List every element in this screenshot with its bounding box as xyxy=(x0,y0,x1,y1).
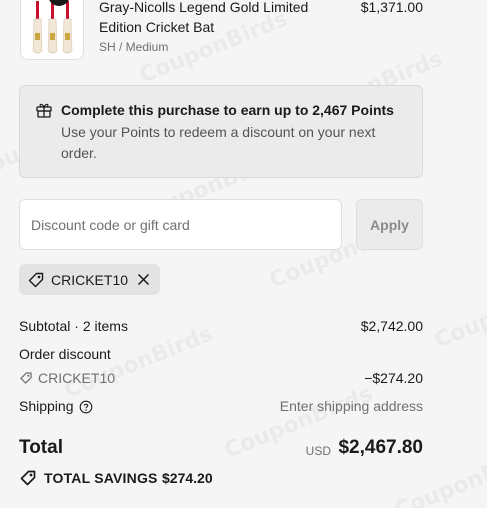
currency-code: USD xyxy=(305,444,331,458)
product-thumbnail xyxy=(20,0,84,60)
shipping-label: Shipping xyxy=(19,398,74,414)
gift-icon xyxy=(36,103,52,118)
shipping-value: Enter shipping address xyxy=(279,398,423,414)
cricket-bat-image xyxy=(32,1,73,54)
total-savings-value: $274.20 xyxy=(162,470,213,486)
points-description: Use your Points to redeem a discount on … xyxy=(61,124,376,161)
total-savings-label: TOTAL SAVINGS xyxy=(44,470,158,486)
points-title: Complete this purchase to earn up to 2,4… xyxy=(61,102,394,118)
order-discount-label: Order discount xyxy=(19,346,111,362)
applied-code-chip: CRICKET10 xyxy=(19,264,160,295)
apply-button[interactable]: Apply xyxy=(356,199,423,250)
discount-code-label: CRICKET10 xyxy=(38,370,116,386)
help-icon[interactable] xyxy=(79,400,93,414)
close-icon[interactable] xyxy=(137,273,150,286)
product-title: Gray-Nicolls Legend Gold Limited Edition… xyxy=(99,0,309,35)
tag-icon xyxy=(28,272,44,288)
subtotal-label: Subtotal · 2 items xyxy=(19,318,128,334)
watermark: CouponBirds xyxy=(431,271,487,353)
tag-icon xyxy=(20,372,32,384)
product-price: $1,371.00 xyxy=(360,0,423,15)
subtotal-value: $2,742.00 xyxy=(360,318,423,334)
product-variant: SH / Medium xyxy=(99,40,169,54)
total-value: $2,467.80 xyxy=(338,437,423,458)
points-banner: Complete this purchase to earn up to 2,4… xyxy=(19,85,423,178)
savings-tag-icon xyxy=(20,470,36,486)
discount-value: −$274.20 xyxy=(364,370,423,386)
applied-code-label: CRICKET10 xyxy=(51,272,129,288)
total-label: Total xyxy=(19,437,63,458)
order-summary: CouponBirds CouponBirds CouponBirds Coup… xyxy=(0,0,487,508)
discount-code-input[interactable] xyxy=(19,199,342,250)
